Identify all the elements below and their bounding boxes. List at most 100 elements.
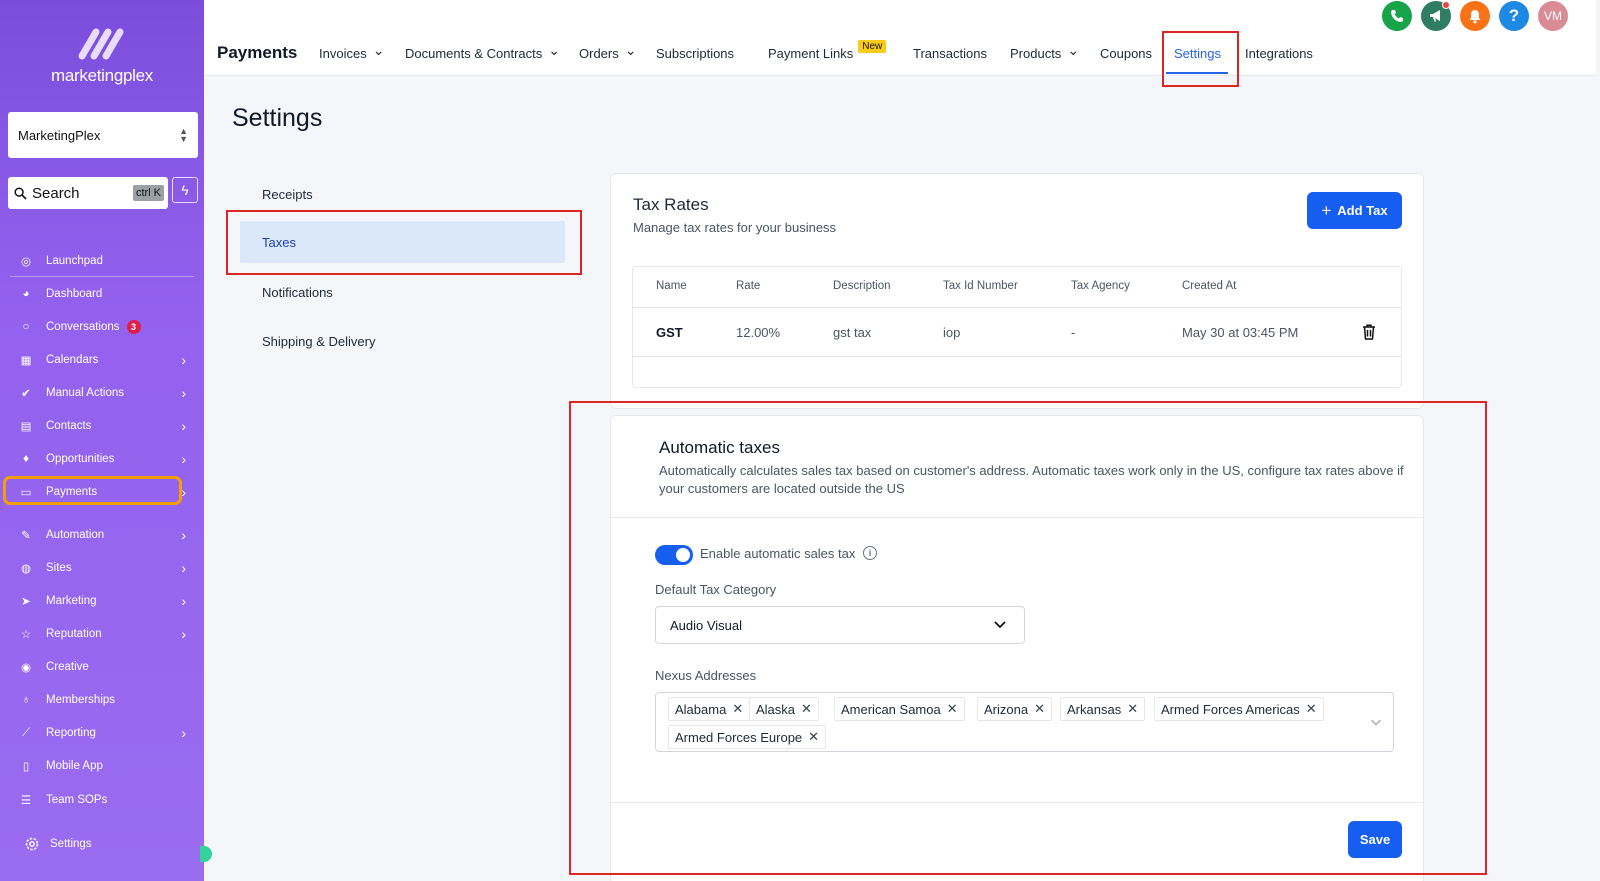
sidebar-item-reputation[interactable]: ☆ Reputation › [0,620,204,648]
nexus-chip: Alabama ✕ [668,697,751,721]
chat-icon: ○ [22,321,30,333]
tab-label: Integrations [1245,46,1313,61]
chevron-down-icon: ⌄ [372,42,385,58]
phone-button[interactable] [1382,1,1412,31]
sidebar-item-launchpad[interactable]: ◎ Launchpad [0,247,204,275]
chevron-right-icon: › [181,484,186,500]
settings-nav-receipts[interactable]: Receipts [240,173,565,215]
nexus-chip: American Samoa ✕ [834,697,965,721]
settings-nav-notifications[interactable]: Notifications [240,271,565,313]
column-header: Name [656,280,687,292]
close-icon[interactable]: ✕ [1034,701,1045,717]
sidebar-item-team-sops[interactable]: ☰ Team SOPs [0,786,204,814]
chevron-right-icon: › [181,418,186,434]
award-icon: ♁ [21,694,31,706]
tax-id-number: iop [943,325,961,340]
sidebar-item-label: Reputation [46,628,102,640]
add-tax-label: Add Tax [1337,203,1388,218]
add-tax-button[interactable]: + Add Tax [1307,192,1402,229]
sidebar-item-creative[interactable]: ◉ Creative [0,653,204,681]
sidebar-item-label: Manual Actions [46,387,124,399]
sidebar-item-conversations[interactable]: ○ Conversations 3 [0,313,204,341]
settings-nav-shipping-delivery[interactable]: Shipping & Delivery [240,320,565,362]
brand-logo[interactable]: marketingplex [0,24,204,86]
sidebar-item-label: Creative [46,661,89,673]
phone-icon [1391,10,1403,22]
tab-coupons[interactable]: Coupons [1100,46,1152,61]
logo-mark-icon [78,28,124,60]
nexus-chip: Arkansas ✕ [1060,697,1146,721]
account-switcher[interactable]: MarketingPlex ▲ ▼ [8,112,198,158]
plus-icon: + [1321,200,1332,220]
close-icon[interactable]: ✕ [1306,701,1317,717]
tab-orders[interactable]: Orders ⌄ [579,42,636,61]
sidebar-item-dashboard[interactable]: ◕ Dashboard [0,280,204,308]
flame-icon: ♦ [23,453,29,465]
chat-widget-tab[interactable] [200,846,212,862]
automatic-sales-tax-toggle[interactable] [655,545,693,565]
sidebar-item-calendars[interactable]: ▦ Calendars › [0,346,204,374]
chart-icon: ⟋ [21,726,31,739]
tax-rate: 12.00% [736,325,781,340]
avatar[interactable]: VM [1538,1,1568,31]
tax-agency: - [1071,325,1076,340]
chevron-down-icon: ⌄ [548,42,561,58]
sidebar-item-opportunities[interactable]: ♦ Opportunities › [0,445,204,473]
chip-label: Arkansas [1067,701,1122,717]
tab-products[interactable]: Products ⌄ [1010,42,1079,61]
sidebar-item-memberships[interactable]: ♁ Memberships [0,686,204,714]
help-button[interactable]: ? [1499,1,1529,31]
check-circle-icon: ✔ [21,388,31,400]
column-header: Tax Id Number [943,280,1018,292]
tab-documents-contracts[interactable]: Documents & Contracts ⌄ [405,42,560,61]
sidebar-item-label: Calendars [46,354,99,366]
table-row[interactable]: GST 12.00% gst tax iop - May 30 at 03:45… [633,308,1401,357]
tab-label: Orders [579,46,619,61]
close-icon[interactable]: ✕ [732,701,743,717]
tab-transactions[interactable]: Transactions [913,46,987,61]
tab-subscriptions[interactable]: Subscriptions [656,46,734,61]
updown-icon: ▲ ▼ [179,126,188,144]
sidebar-search[interactable]: Search ctrl K [8,177,168,209]
chevron-right-icon: › [181,527,186,543]
quick-action-button[interactable]: ϟ [172,177,198,203]
tax-created-at: May 30 at 03:45 PM [1182,325,1299,340]
sidebar-item-mobile-app[interactable]: ▯ Mobile App [0,752,204,780]
save-button[interactable]: Save [1348,821,1402,858]
sidebar-item-automation[interactable]: ✎ Automation › [0,521,204,549]
bolt-icon: ϟ [181,182,189,198]
tab-label: Coupons [1100,46,1153,61]
sidebar-item-settings[interactable]: Settings [0,830,204,858]
sidebar-item-reporting[interactable]: ⟋ Reporting › [0,719,204,747]
trash-icon[interactable] [1362,324,1376,340]
sidebar-item-sites[interactable]: ◍ Sites › [0,554,204,582]
chip-label: Armed Forces Europe [675,729,803,745]
sidebar-item-label: Sites [46,562,72,574]
divider [611,517,1423,518]
sidebar-item-manual-actions[interactable]: ✔ Manual Actions › [0,379,204,407]
sidebar-item-contacts[interactable]: ▤ Contacts › [0,412,204,440]
close-icon[interactable]: ✕ [808,729,819,745]
sidebar-item-label: Contacts [46,420,92,432]
nexus-label: Nexus Addresses [655,668,757,683]
announcements-button[interactable] [1421,1,1451,31]
close-icon[interactable]: ✕ [947,701,958,717]
tab-integrations[interactable]: Integrations [1245,46,1313,61]
tab-payment-links[interactable]: Payment Links New [768,40,887,61]
notifications-button[interactable] [1460,1,1490,31]
new-badge: New [858,40,887,53]
info-icon[interactable]: i [863,546,877,560]
tab-invoices[interactable]: Invoices ⌄ [319,42,384,61]
automatic-taxes-title: Automatic taxes [659,438,780,457]
logo-text: marketingplex [51,66,153,85]
close-icon[interactable]: ✕ [1127,701,1138,717]
chevron-right-icon: › [181,451,186,467]
tax-category-select[interactable]: Audio Visual [655,606,1025,644]
sidebar-item-marketing[interactable]: ➤ Marketing › [0,587,204,615]
close-icon[interactable]: ✕ [801,701,812,717]
wand-icon: ✎ [21,530,31,542]
search-icon [14,186,27,200]
nexus-addresses-select[interactable]: Alabama ✕ Alaska ✕ American Samoa ✕ Arizona ✕ Ar… [655,692,1394,752]
column-header: Rate [736,280,761,292]
highlight-settings-tab [1162,31,1239,87]
